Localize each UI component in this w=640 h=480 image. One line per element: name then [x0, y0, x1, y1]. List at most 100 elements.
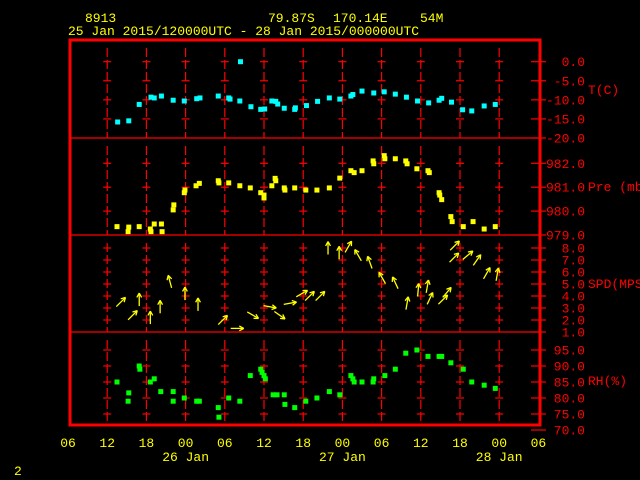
wind-arrow	[195, 297, 201, 311]
wind-arrow	[181, 286, 188, 301]
temperature-point	[237, 59, 243, 65]
wind-arrow	[273, 310, 286, 320]
y-axis-label-pressure: Pre (mb)	[588, 180, 640, 195]
y-tick-label: -10.0	[546, 93, 585, 108]
humidity-point	[247, 373, 253, 379]
wind-arrow	[263, 304, 277, 311]
humidity-point	[492, 385, 498, 391]
wind-arrow	[136, 292, 143, 307]
wind-arrow-head	[427, 279, 431, 285]
humidity-point	[337, 392, 343, 398]
wind-arrow-head	[407, 296, 411, 302]
y-tick-label: 1.0	[562, 326, 585, 341]
humidity-point	[314, 395, 320, 401]
wind-arrow	[366, 255, 373, 269]
pressure-point	[292, 185, 298, 191]
pressure-point	[261, 195, 267, 201]
panel-wind: 8.07.06.05.04.03.02.01.0SPD(MPS)	[103, 240, 640, 341]
humidity-point	[448, 360, 454, 366]
temperature-point	[426, 100, 432, 106]
x-tick-label: 12	[99, 436, 115, 451]
x-tick-label: 00	[178, 436, 194, 451]
humidity-point	[382, 373, 388, 379]
pressure-point	[460, 224, 466, 230]
wind-arrow	[336, 245, 343, 260]
temperature-point	[151, 95, 157, 101]
humidity-point	[292, 405, 298, 411]
pressure-point	[439, 197, 445, 203]
temperature-point	[248, 104, 254, 110]
temperature-point	[460, 107, 466, 113]
pressure-point	[371, 161, 377, 167]
temperature-point	[350, 92, 356, 98]
wind-arrow	[344, 240, 353, 253]
humidity-point	[425, 353, 431, 359]
wind-arrow	[449, 252, 460, 263]
pressure-point	[226, 180, 232, 186]
temperature-point	[197, 95, 203, 101]
humidity-point	[215, 405, 221, 411]
y-axis-label-wind: SPD(MPS)	[588, 277, 640, 292]
y-tick-label: 981.0	[546, 181, 585, 196]
wind-arrow	[424, 279, 431, 293]
humidity-point	[371, 376, 377, 382]
panel-temperature: 0.0 -5.0 -10.0 -15.0 -20.0 T(C)	[103, 48, 619, 147]
pressure-point	[314, 187, 320, 193]
temperature-point	[275, 101, 281, 107]
pressure-point	[151, 221, 157, 227]
temperature-point	[315, 98, 321, 104]
humidity-point	[137, 366, 143, 372]
humidity-point	[359, 379, 365, 385]
x-tick-label: 06	[374, 436, 390, 451]
wind-arrow	[315, 290, 326, 302]
pressure-point	[273, 178, 279, 184]
x-tick-label: 00	[491, 436, 507, 451]
y-tick-label: -20.0	[546, 132, 585, 147]
pressure-point	[171, 202, 177, 208]
wind-arrow-head	[479, 254, 482, 260]
temperature-point	[170, 97, 176, 103]
y-axis-label-temperature: T(C)	[588, 83, 619, 98]
temperature-point	[237, 98, 243, 104]
wind-arrow	[426, 291, 434, 305]
pressure-point	[159, 229, 165, 235]
x-tick-label: 12	[256, 436, 272, 451]
pressure-point	[492, 224, 498, 230]
y-tick-label: 980.0	[546, 205, 585, 220]
temperature-point	[381, 89, 387, 95]
temperature-point	[115, 119, 121, 125]
x-tick-label: 00	[335, 436, 351, 451]
y-axis-label-humidity: RH(%)	[588, 374, 627, 389]
wind-arrow	[157, 299, 164, 314]
wind-arrow	[147, 310, 154, 325]
pressure-point	[269, 183, 275, 189]
x-date-label: 28 Jan	[476, 450, 523, 465]
x-tick-label: 06	[217, 436, 233, 451]
temperature-point	[469, 108, 475, 114]
wind-arrow	[472, 254, 482, 266]
temperature-point	[227, 96, 233, 102]
pressure-point	[237, 183, 243, 189]
y-tick-label: 0.0	[562, 55, 585, 70]
wind-arrow	[325, 241, 331, 255]
pressure-point	[392, 156, 398, 162]
wind-arrow	[482, 267, 491, 280]
humidity-point	[262, 376, 268, 382]
humidity-point	[469, 379, 475, 385]
temperature-point	[136, 101, 142, 107]
pressure-point	[170, 207, 176, 213]
wind-arrow	[462, 250, 474, 260]
y-tick-label: 75.0	[554, 408, 585, 423]
pressure-point	[247, 185, 253, 191]
humidity-point	[125, 398, 131, 404]
pressure-point	[136, 224, 142, 230]
pressure-point	[449, 219, 455, 225]
humidity-point	[326, 389, 332, 395]
humidity-point	[151, 376, 157, 382]
temperature-point	[392, 91, 398, 97]
temperature-point	[215, 93, 221, 99]
humidity-point	[170, 389, 176, 395]
pressure-point	[470, 219, 476, 225]
temperature-point	[415, 98, 421, 104]
humidity-point	[439, 353, 445, 359]
